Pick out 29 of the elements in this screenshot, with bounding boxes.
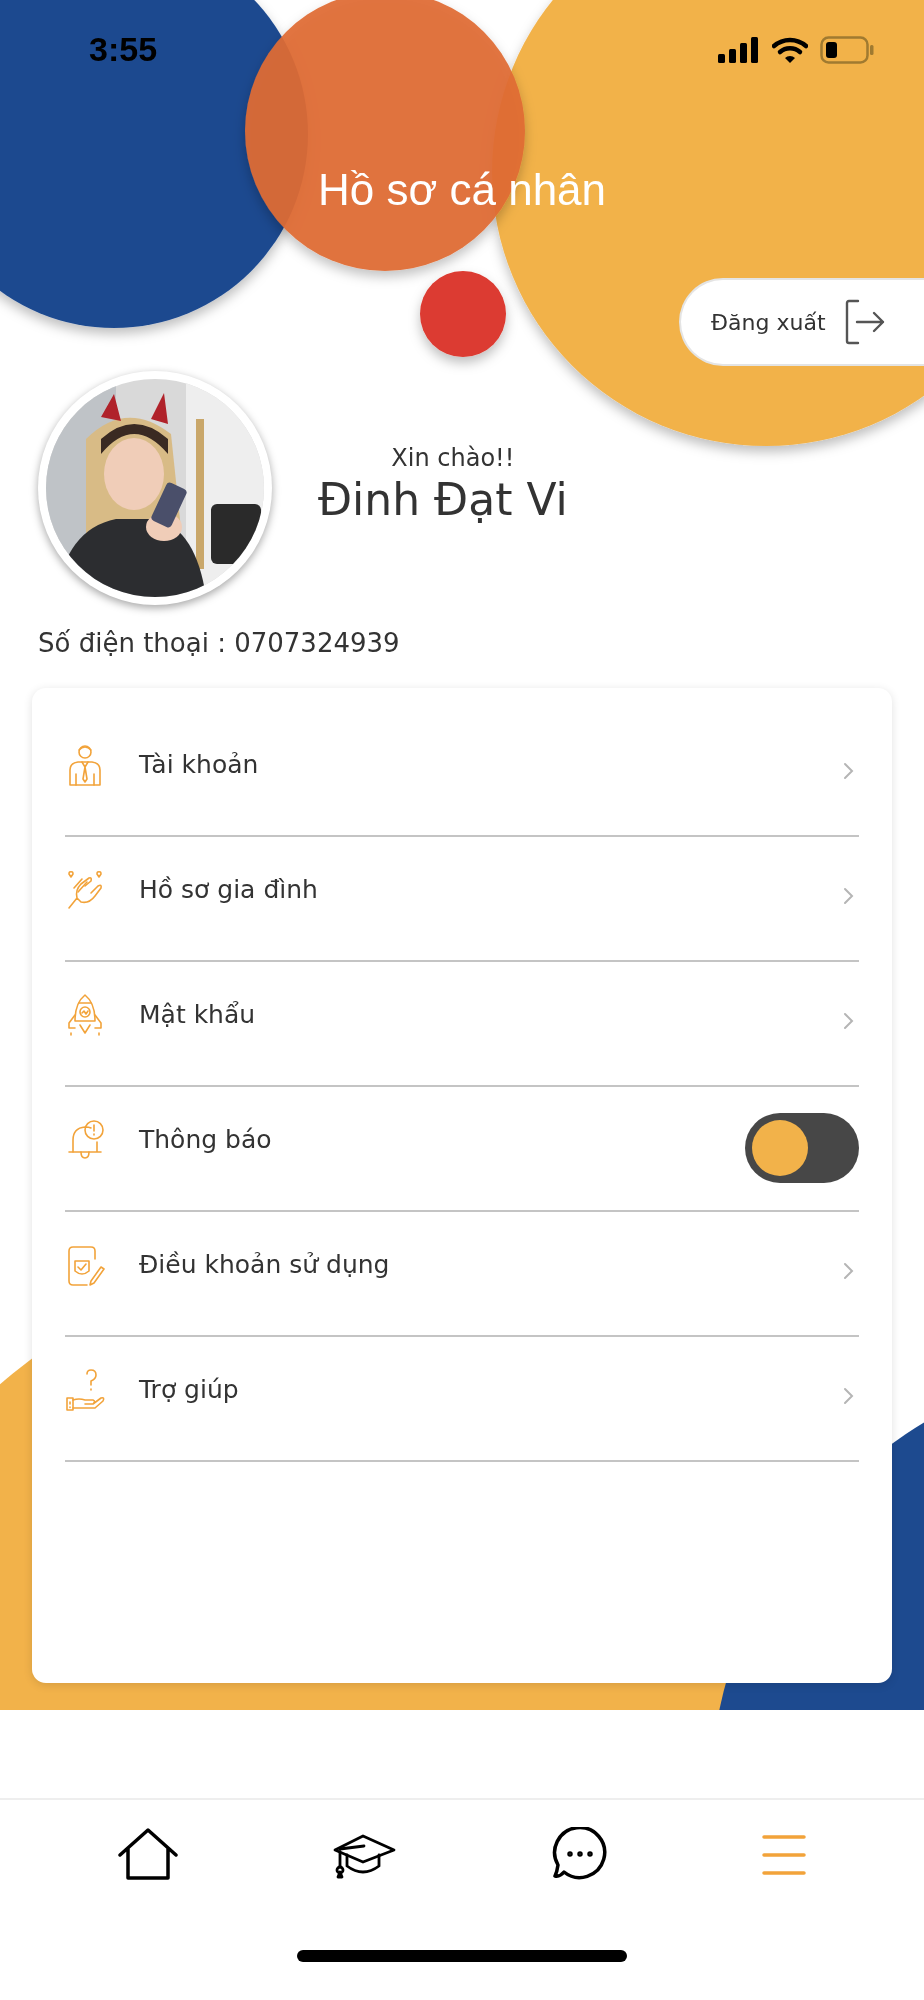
logout-icon xyxy=(843,298,886,346)
menu-item-label: Tài khoản xyxy=(139,750,260,779)
rocket-icon xyxy=(65,992,105,1037)
menu-item[interactable]: Tài khoản xyxy=(65,712,859,837)
signal-icon xyxy=(718,37,760,63)
greeting-text: Xin chào!! xyxy=(391,443,515,472)
menu-item[interactable]: Trợ giúp xyxy=(65,1337,859,1462)
menu-item-label: Thông báo xyxy=(139,1125,273,1154)
user-name: Đinh Đạt Vi xyxy=(318,473,568,525)
menu-item[interactable]: Mật khẩu xyxy=(65,962,859,1087)
menu-item-label: Trợ giúp xyxy=(139,1375,240,1404)
hand-question-icon xyxy=(65,1367,105,1412)
menu-item[interactable]: Hồ sơ gia đình xyxy=(65,837,859,962)
chevron-right-icon xyxy=(843,1386,855,1405)
status-time: 3:55 xyxy=(89,29,158,69)
menu-item-label: Điều khoản sử dụng xyxy=(139,1250,391,1279)
chevron-right-icon xyxy=(843,1261,855,1280)
page-title: Hồ sơ cá nhân xyxy=(316,164,608,216)
menu-item-label: Hồ sơ gia đình xyxy=(139,875,319,904)
chevron-right-icon xyxy=(843,886,855,905)
menu-item[interactable]: Điều khoản sử dụng xyxy=(65,1212,859,1337)
wifi-icon xyxy=(772,37,808,63)
chevron-right-icon xyxy=(843,1011,855,1030)
chevron-right-icon xyxy=(843,761,855,780)
battery-icon xyxy=(820,36,874,64)
logout-button[interactable]: Đăng xuất xyxy=(679,278,924,366)
phone-number-text: Số điện thoại : 0707324939 xyxy=(38,628,401,658)
menu-item-label: Mật khẩu xyxy=(139,1000,257,1029)
bell-icon xyxy=(65,1117,105,1162)
